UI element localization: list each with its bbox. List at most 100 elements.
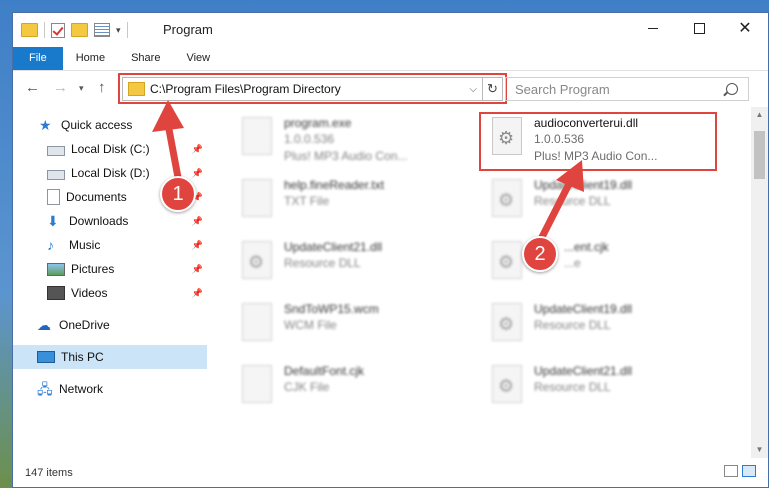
dll-gear-icon xyxy=(492,303,522,341)
maximize-button[interactable] xyxy=(676,13,722,43)
sidebar-item-label: This PC xyxy=(61,350,104,364)
file-name: UpdateClient21.dll xyxy=(284,240,383,254)
new-folder-icon[interactable] xyxy=(71,23,88,37)
properties-icon[interactable] xyxy=(94,23,110,37)
sidebar-item-label: Videos xyxy=(71,286,108,300)
scroll-down-icon[interactable]: ▼ xyxy=(751,442,768,458)
close-button[interactable]: ✕ xyxy=(722,13,768,43)
up-arrow-icon[interactable]: ↑ xyxy=(98,79,106,96)
sidebar-item-music[interactable]: ♪ Music 📌 xyxy=(13,233,207,257)
large-icons-view-icon[interactable] xyxy=(742,465,756,477)
file-item[interactable]: program.exe 1.0.0.536 Plus! MP3 Audio Co… xyxy=(218,111,458,171)
dll-gear-icon xyxy=(242,241,272,279)
tab-file[interactable]: File xyxy=(13,47,63,70)
sidebar-item-videos[interactable]: Videos 📌 xyxy=(13,281,207,305)
documents-icon xyxy=(47,189,60,205)
download-icon: ⬇ xyxy=(47,213,59,229)
file-type: WCM File xyxy=(284,318,337,332)
dll-gear-icon xyxy=(492,365,522,403)
details-view-icon[interactable] xyxy=(724,465,738,477)
file-item[interactable]: ...ent.cjk ...e xyxy=(468,235,708,295)
file-name: SndToWP15.wcm xyxy=(284,302,379,316)
search-icon xyxy=(726,83,738,95)
title-bar: ▾ Program ✕ xyxy=(13,13,768,47)
file-item[interactable]: help.fineReader.txt TXT File xyxy=(218,173,458,233)
tab-share[interactable]: Share xyxy=(118,47,173,70)
sidebar-item-label: Downloads xyxy=(69,214,129,228)
network-icon: 🖧 xyxy=(37,381,53,397)
cloud-icon: ☁ xyxy=(37,317,51,333)
folder-icon xyxy=(21,23,38,37)
file-name: DefaultFont.cjk xyxy=(284,364,365,378)
sidebar-item-network[interactable]: 🖧 Network xyxy=(13,377,207,401)
file-type: CJK File xyxy=(284,380,330,394)
sidebar-item-label: Pictures xyxy=(71,262,115,276)
star-icon: ★ xyxy=(39,117,52,133)
exe-icon xyxy=(242,117,272,155)
scroll-up-icon[interactable]: ▲ xyxy=(751,107,768,123)
ribbon-tabs: File Home Share View xyxy=(13,47,768,71)
minimize-button[interactable] xyxy=(630,13,676,43)
sidebar-item-pictures[interactable]: Pictures 📌 xyxy=(13,257,207,281)
step-badge-1: 1 xyxy=(160,176,196,212)
separator xyxy=(126,22,128,38)
tab-home[interactable]: Home xyxy=(63,47,118,70)
pin-icon: 📌 xyxy=(191,263,203,274)
file-item[interactable]: UpdateClient21.dll Resource DLL xyxy=(218,235,458,295)
forward-arrow-icon[interactable]: → xyxy=(53,79,68,96)
maximize-icon xyxy=(693,22,705,34)
file-name: ...ent.cjk xyxy=(564,240,609,254)
file-item[interactable]: UpdateClient19.dll Resource DLL xyxy=(468,173,708,233)
item-count: 147 items xyxy=(25,467,73,479)
tab-view[interactable]: View xyxy=(173,47,223,70)
file-icon xyxy=(242,365,272,403)
dll-gear-icon xyxy=(492,241,522,279)
file-name: UpdateClient21.dll xyxy=(534,364,633,378)
file-item[interactable]: UpdateClient21.dll Resource DLL xyxy=(468,359,708,419)
search-box[interactable]: Search Program xyxy=(505,77,749,101)
file-name: UpdateClient19.dll xyxy=(534,178,633,192)
sidebar-item-onedrive[interactable]: ☁ OneDrive xyxy=(13,313,207,337)
disk-icon xyxy=(47,169,65,180)
window-title: Program xyxy=(163,22,213,37)
highlight-box-file xyxy=(479,112,717,171)
music-icon: ♪ xyxy=(47,237,54,253)
view-switcher xyxy=(724,465,756,477)
dll-gear-icon xyxy=(492,179,522,217)
file-name: program.exe xyxy=(284,116,352,130)
pin-icon: 📌 xyxy=(191,239,203,250)
highlight-box-address xyxy=(118,73,507,104)
file-type: Resource DLL xyxy=(534,194,611,208)
pictures-icon xyxy=(47,262,65,276)
recent-locations-chevron-icon[interactable]: ▾ xyxy=(79,83,84,94)
separator xyxy=(44,22,45,38)
file-type: TXT File xyxy=(284,194,330,208)
customize-dropdown-icon[interactable]: ▾ xyxy=(116,25,121,36)
search-input[interactable]: Search Program xyxy=(506,82,726,97)
scroll-thumb[interactable] xyxy=(754,131,765,179)
sidebar-item-label: Quick access xyxy=(61,118,133,132)
file-item[interactable]: SndToWP15.wcm WCM File xyxy=(218,297,458,357)
txt-file-icon xyxy=(242,179,272,217)
sidebar-item-label: OneDrive xyxy=(59,318,110,332)
file-version: 1.0.0.536 xyxy=(284,132,335,146)
pin-icon: 📌 xyxy=(191,287,203,298)
explorer-window: ▾ Program ✕ File Home Share View ← → ▾ ↑… xyxy=(12,12,769,488)
sidebar-item-downloads[interactable]: ⬇ Downloads 📌 xyxy=(13,209,207,233)
vertical-scrollbar[interactable]: ▲ ▼ xyxy=(751,107,768,458)
back-arrow-icon[interactable]: ← xyxy=(25,79,40,96)
pin-icon: 📌 xyxy=(191,143,203,154)
sidebar-item-quick-access[interactable]: ★ Quick access xyxy=(13,113,207,137)
file-item[interactable]: DefaultFont.cjk CJK File xyxy=(218,359,458,419)
sidebar-item-label: Network xyxy=(59,382,104,396)
navigation-pane: ★ Quick access Local Disk (C:) 📌 Local D… xyxy=(13,113,207,458)
file-type: Resource DLL xyxy=(534,318,611,332)
properties-check-icon[interactable] xyxy=(51,22,65,38)
sidebar-item-label: Documents xyxy=(66,190,127,204)
file-name: help.fineReader.txt xyxy=(284,178,385,192)
file-type: Resource DLL xyxy=(284,256,361,270)
sidebar-item-this-pc[interactable]: This PC xyxy=(13,345,207,369)
file-item[interactable]: UpdateClient19.dll Resource DLL xyxy=(468,297,708,357)
pin-icon: 📌 xyxy=(191,167,203,178)
sidebar-item-local-disk-c[interactable]: Local Disk (C:) 📌 xyxy=(13,137,207,161)
